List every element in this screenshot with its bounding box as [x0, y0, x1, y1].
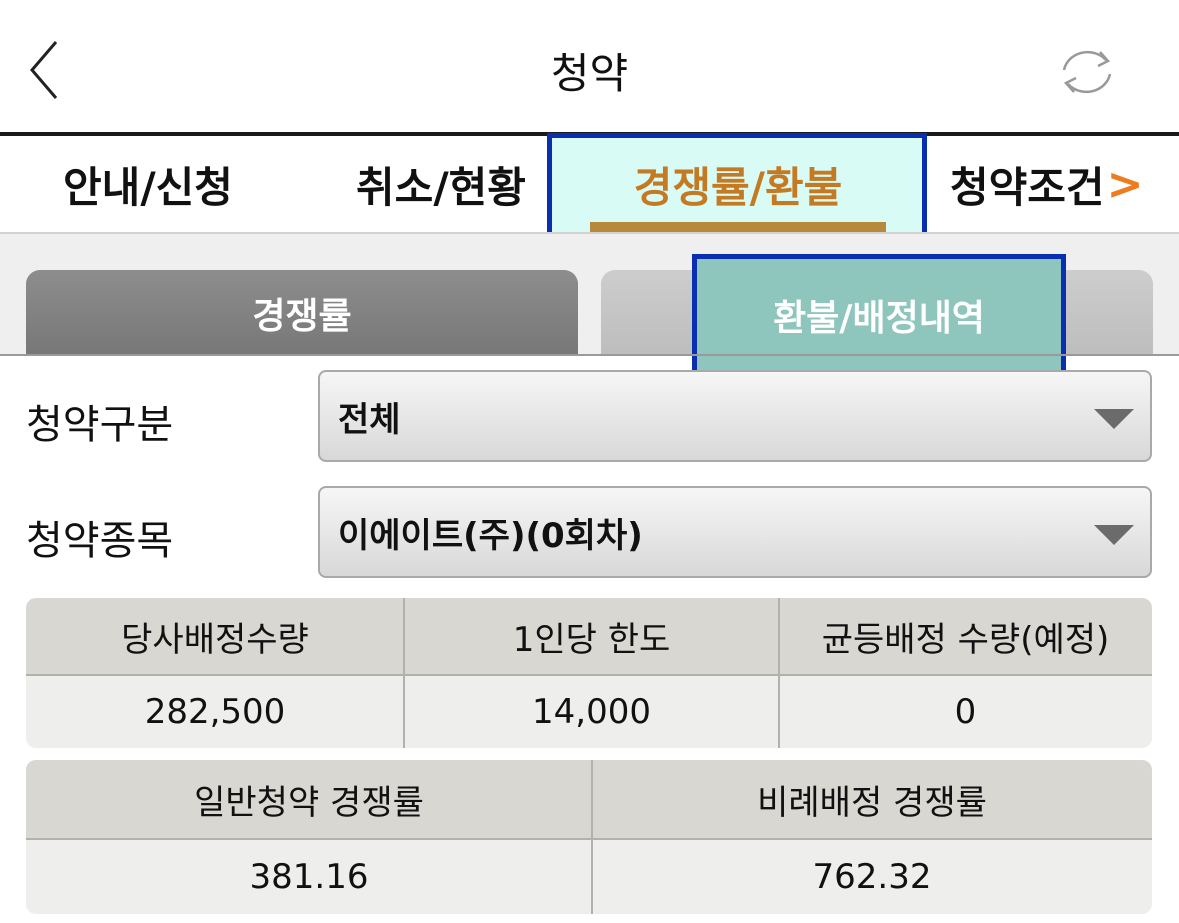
table-divider — [778, 598, 780, 748]
subscription-type-select[interactable]: 전체 — [318, 370, 1152, 462]
table-value-cell: 381.16 — [249, 857, 369, 897]
tab-subscription-terms-label: 청약조건 — [950, 162, 1105, 212]
chevron-right-icon: > — [1106, 158, 1144, 210]
table-header-cell: 일반청약 경쟁률 — [26, 760, 592, 838]
table-value-cell: 0 — [954, 692, 977, 732]
allocation-table: 당사배정수량 1인당 한도 균등배정 수량(예정) 282,500 14,000… — [26, 598, 1152, 748]
tab-subscription-terms[interactable]: 청약조건 > — [930, 136, 1179, 232]
triangle-down-icon — [1094, 525, 1134, 545]
tab-competition-refund[interactable]: 경쟁률/환불 — [549, 136, 927, 232]
table-value-cell: 282,500 — [144, 692, 286, 732]
subscription-type-value: 전체 — [338, 399, 401, 440]
table-header-cell: 균등배정 수량(예정) — [779, 598, 1152, 674]
active-tab-indicator — [590, 222, 886, 232]
triangle-down-icon — [1094, 409, 1134, 429]
tab-cancel-status[interactable]: 취소/현황 — [296, 136, 586, 232]
table-header-cell: 비례배정 경쟁률 — [592, 760, 1152, 838]
table-divider — [26, 674, 1152, 676]
subtab-refund-allocation[interactable]: 환불/배정내역 — [692, 254, 1066, 376]
subtab-competition-rate[interactable]: 경쟁률 — [26, 270, 578, 356]
subscription-type-label: 청약구분 — [26, 402, 174, 448]
table-divider — [403, 598, 405, 748]
main-tabs: 안내/신청 취소/현황 경쟁률/환불 청약조건 > — [0, 136, 1179, 232]
page-title: 청약 — [550, 49, 629, 98]
table-divider — [26, 838, 1152, 840]
table-header-cell: 당사배정수량 — [26, 598, 404, 674]
subscription-item-value: 이에이트(주)(0회차) — [338, 515, 643, 556]
refresh-icon — [1062, 50, 1112, 94]
subscription-item-select[interactable]: 이에이트(주)(0회차) — [318, 486, 1152, 578]
competition-rate-table: 일반청약 경쟁률 비례배정 경쟁률 381.16 762.32 — [26, 760, 1152, 914]
subtab-divider — [0, 354, 1179, 356]
table-divider — [591, 760, 593, 914]
tab-info-apply[interactable]: 안내/신청 — [0, 136, 296, 232]
table-value-cell: 14,000 — [532, 692, 651, 732]
table-header-cell: 1인당 한도 — [404, 598, 779, 674]
subscription-item-label: 청약종목 — [26, 518, 174, 564]
app-header: 청약 — [0, 0, 1179, 132]
table-value-cell: 762.32 — [812, 857, 932, 897]
refresh-button[interactable] — [1052, 42, 1122, 102]
